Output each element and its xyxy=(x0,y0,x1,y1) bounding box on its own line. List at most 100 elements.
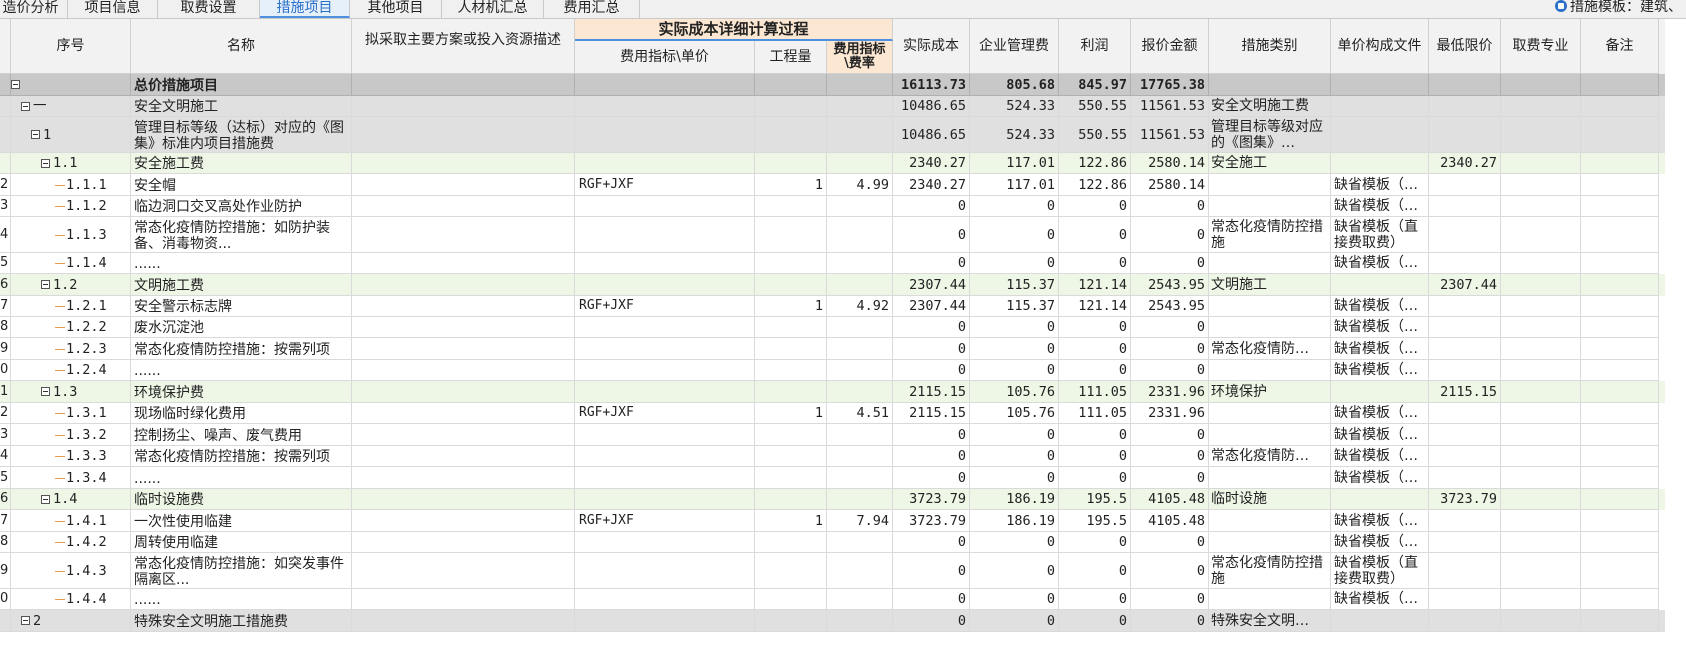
cell-quote[interactable]: 0 xyxy=(1131,467,1209,489)
cell-mgmt[interactable]: 105.76 xyxy=(970,381,1059,403)
cell-qty[interactable] xyxy=(755,467,827,489)
cell-index[interactable]: RGF+JXF xyxy=(575,510,755,532)
cell-cost[interactable]: 0 xyxy=(893,196,970,217)
cell-note[interactable] xyxy=(1581,489,1659,510)
cell-seq[interactable]: 1.4.1 xyxy=(11,510,131,532)
header-seq[interactable]: 序号 xyxy=(11,19,131,74)
cell-min[interactable] xyxy=(1429,589,1501,610)
cell-min[interactable] xyxy=(1429,253,1501,274)
cell-seq[interactable]: 1.2.2 xyxy=(11,317,131,338)
cell-file[interactable]: 缺省模板（… xyxy=(1331,296,1429,317)
cell-seq[interactable]: 1 xyxy=(11,117,131,153)
cell-rn[interactable]: 4 xyxy=(0,217,11,253)
table-row[interactable]: 2 1.3.1 现场临时绿化费用 RGF+JXF 1 4.51 2115.15 105.76 1… xyxy=(0,403,1665,424)
cell-mgmt[interactable]: 0 xyxy=(970,253,1059,274)
cell-rn[interactable]: 2 xyxy=(0,403,11,424)
cell-cat[interactable] xyxy=(1209,424,1331,446)
header-quote-amount[interactable]: 报价金额 xyxy=(1131,19,1209,74)
header-fee-specialty[interactable]: 取费专业 xyxy=(1501,19,1581,74)
table-row[interactable]: 4 1.3.3 常态化疫情防控措施：按需列项 0 0 0 0 常态化疫情防… 缺省模板（… xyxy=(0,446,1665,467)
cell-rn[interactable]: 3 xyxy=(0,424,11,446)
cell-file[interactable]: 缺省模板（… xyxy=(1331,467,1429,489)
cell-cost[interactable]: 2115.15 xyxy=(893,381,970,403)
cell-name[interactable]: 安全帽 xyxy=(131,174,352,196)
cell-index[interactable]: RGF+JXF xyxy=(575,296,755,317)
cell-qty[interactable]: 1 xyxy=(755,510,827,532)
cell-index[interactable]: RGF+JXF xyxy=(575,403,755,424)
cell-plan[interactable] xyxy=(352,510,575,532)
cell-plan[interactable] xyxy=(352,174,575,196)
cell-index[interactable]: RGF+JXF xyxy=(575,174,755,196)
cell-note[interactable] xyxy=(1581,532,1659,553)
cell-min[interactable]: 2340.27 xyxy=(1429,153,1501,174)
cell-name[interactable]: 环境保护费 xyxy=(131,381,352,403)
cell-cat[interactable]: 环境保护 xyxy=(1209,381,1331,403)
cell-seq[interactable]: 1.3.2 xyxy=(11,424,131,446)
cell-qty[interactable]: 1 xyxy=(755,296,827,317)
table-row[interactable]: 9 1.4.3 常态化疫情防控措施：如突发事件隔离区... 0 0 0 0 常态化疫情防控措施… xyxy=(0,553,1665,589)
cell-seq[interactable]: 1.3.4 xyxy=(11,467,131,489)
cell-seq[interactable]: 1.2.3 xyxy=(11,338,131,360)
cell-note[interactable] xyxy=(1581,589,1659,610)
cell-rate[interactable] xyxy=(827,589,893,610)
cell-note[interactable] xyxy=(1581,338,1659,360)
cell-plan[interactable] xyxy=(352,317,575,338)
cell-name[interactable]: 临边洞口交叉高处作业防护 xyxy=(131,196,352,217)
cell-note[interactable] xyxy=(1581,317,1659,338)
cell-quote[interactable]: 0 xyxy=(1131,610,1209,632)
cell-quote[interactable]: 0 xyxy=(1131,446,1209,467)
cell-note[interactable] xyxy=(1581,424,1659,446)
cell-plan[interactable] xyxy=(352,196,575,217)
cell-index[interactable] xyxy=(575,381,755,403)
cell-name[interactable]: 常态化疫情防控措施：按需列项 xyxy=(131,446,352,467)
cell-name[interactable]: 安全文明施工 xyxy=(131,96,352,117)
cell-spec[interactable] xyxy=(1501,317,1581,338)
cell-cat[interactable]: 常态化疫情防… xyxy=(1209,338,1331,360)
cell-profit[interactable]: 0 xyxy=(1059,467,1131,489)
tab-project-info[interactable]: 项目信息 xyxy=(68,0,158,18)
cell-file[interactable]: 缺省模板（… xyxy=(1331,403,1429,424)
cell-seq[interactable]: 1.4.3 xyxy=(11,553,131,589)
cell-rate[interactable] xyxy=(827,532,893,553)
cell-rate[interactable] xyxy=(827,217,893,253)
cell-plan[interactable] xyxy=(352,360,575,381)
cell-qty[interactable] xyxy=(755,532,827,553)
cell-spec[interactable] xyxy=(1501,510,1581,532)
cell-plan[interactable] xyxy=(352,532,575,553)
cell-min[interactable] xyxy=(1429,424,1501,446)
cell-rn[interactable]: 7 xyxy=(0,296,11,317)
cell-plan[interactable] xyxy=(352,446,575,467)
cell-qty[interactable] xyxy=(755,610,827,632)
cell-note[interactable] xyxy=(1581,553,1659,589)
collapse-toggle-icon[interactable] xyxy=(21,101,30,111)
cell-qty[interactable] xyxy=(755,217,827,253)
cell-index[interactable] xyxy=(575,610,755,632)
cell-spec[interactable] xyxy=(1501,117,1581,153)
cell-name[interactable]: 常态化疫情防控措施：按需列项 xyxy=(131,338,352,360)
cell-file[interactable]: 缺省模板（… xyxy=(1331,510,1429,532)
cell-rn[interactable] xyxy=(0,96,11,117)
cell-qty[interactable] xyxy=(755,153,827,174)
cell-file[interactable] xyxy=(1331,489,1429,510)
collapse-toggle-icon[interactable] xyxy=(41,387,50,396)
cell-rn[interactable]: 5 xyxy=(0,253,11,274)
cell-mgmt[interactable]: 117.01 xyxy=(970,153,1059,174)
cell-spec[interactable] xyxy=(1501,253,1581,274)
cell-profit[interactable]: 0 xyxy=(1059,217,1131,253)
cell-cost[interactable]: 0 xyxy=(893,217,970,253)
cell-note[interactable] xyxy=(1581,467,1659,489)
cell-cost[interactable]: 10486.65 xyxy=(893,96,970,117)
cell-name[interactable]: 废水沉淀池 xyxy=(131,317,352,338)
cell-qty[interactable] xyxy=(755,117,827,153)
tab-fee-settings[interactable]: 取费设置 xyxy=(158,0,260,18)
cell-min[interactable] xyxy=(1429,338,1501,360)
cell-spec[interactable] xyxy=(1501,338,1581,360)
cell-rn[interactable]: 8 xyxy=(0,317,11,338)
collapse-toggle-icon[interactable] xyxy=(11,80,20,89)
cell-plan[interactable] xyxy=(352,338,575,360)
cell-profit[interactable]: 121.14 xyxy=(1059,296,1131,317)
cell-rate[interactable] xyxy=(827,317,893,338)
cell-quote[interactable]: 0 xyxy=(1131,338,1209,360)
cell-cat[interactable]: 常态化疫情防控措施 xyxy=(1209,553,1331,589)
cell-index[interactable] xyxy=(575,317,755,338)
